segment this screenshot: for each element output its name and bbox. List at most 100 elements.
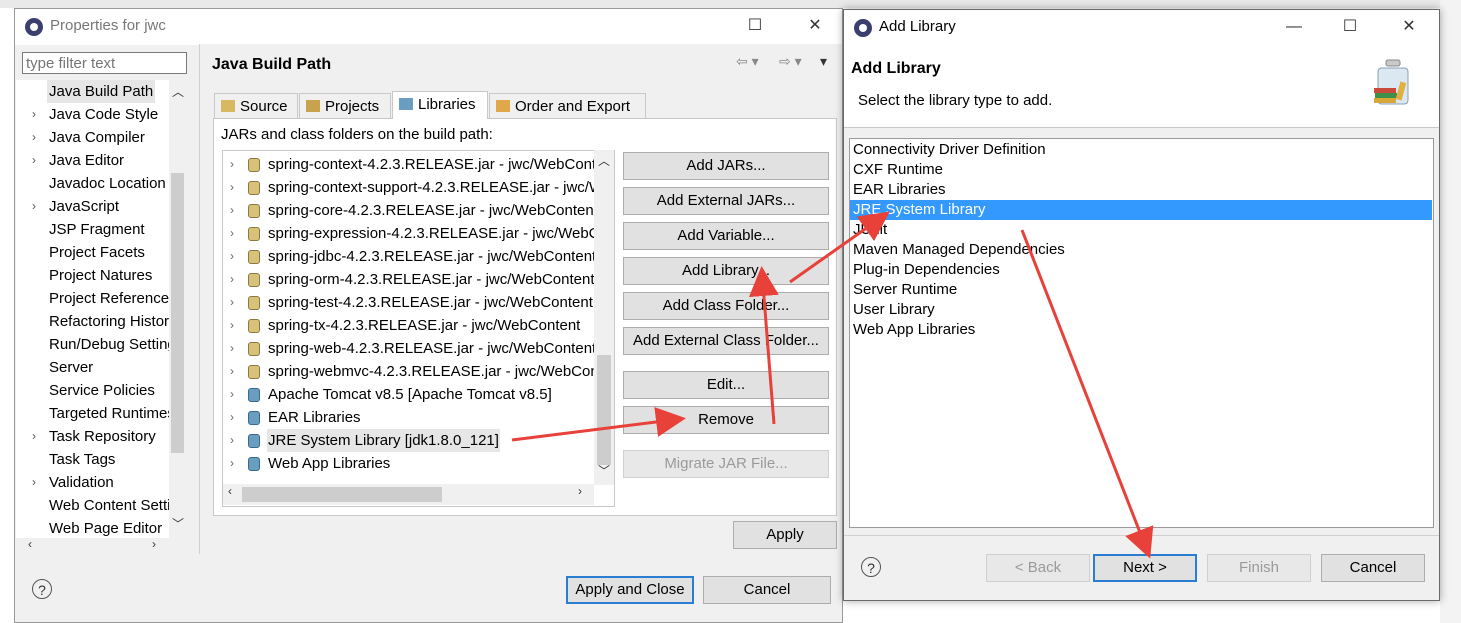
source-folder-icon	[221, 100, 235, 112]
minimize-icon[interactable]: —	[1276, 14, 1312, 40]
cancel-button-add-library[interactable]: Cancel	[1321, 554, 1425, 582]
forward-nav-icon[interactable]: ⇨ ▾	[779, 53, 802, 70]
tab-order-export[interactable]: Order and Export	[489, 93, 646, 118]
tree-item-label: Server	[49, 359, 94, 376]
library-type-item[interactable]: Plug-in Dependencies	[853, 260, 1000, 280]
libraries-tree: › spring-context-4.2.3.RELEASE.jar - jwc/…	[222, 150, 615, 507]
add-class-folder-button[interactable]: Add Class Folder...	[623, 292, 829, 320]
expand-icon[interactable]: ›	[230, 406, 234, 429]
scroll-down-icon[interactable]: ﹀	[172, 515, 184, 532]
expand-icon[interactable]: ›	[230, 429, 234, 452]
tree-item-label: Task Repository	[49, 428, 156, 445]
tab-libraries[interactable]: Libraries	[392, 91, 488, 119]
scroll-left-icon[interactable]: ‹	[28, 537, 32, 551]
chevron-right-icon[interactable]: ›	[32, 126, 44, 149]
maximize-icon[interactable]: ☐	[737, 13, 773, 39]
tree-item-label: Java Editor	[49, 152, 125, 169]
back-button[interactable]: < Back	[986, 554, 1090, 582]
expand-icon[interactable]: ›	[230, 199, 234, 222]
library-type-item[interactable]: JRE System Library	[853, 200, 986, 220]
library-entry-label: spring-tx-4.2.3.RELEASE.jar - jwc/WebCon…	[268, 317, 581, 334]
expand-icon[interactable]: ›	[230, 337, 234, 360]
page-title: Java Build Path	[212, 56, 332, 73]
expand-icon[interactable]: ›	[230, 452, 234, 475]
library-type-item[interactable]: Connectivity Driver Definition	[853, 140, 1046, 160]
tree-scroll-thumb[interactable]	[171, 173, 184, 453]
back-nav-icon[interactable]: ⇦ ▾	[736, 53, 759, 70]
properties-tree: Java Build Path › Java Code Style › Java Com…	[16, 80, 186, 538]
chevron-right-icon[interactable]: ›	[32, 149, 44, 172]
add-library-button[interactable]: Add Library...	[623, 257, 829, 285]
lib-scroll-left-icon[interactable]: ‹	[228, 484, 232, 498]
tab-source[interactable]: Source	[214, 93, 298, 118]
help-icon[interactable]: ?	[32, 579, 52, 599]
finish-button[interactable]: Finish	[1207, 554, 1311, 582]
view-menu-icon[interactable]: ▾	[820, 53, 827, 70]
library-type-item[interactable]: EAR Libraries	[853, 180, 946, 200]
properties-title: Properties for jwc	[50, 17, 166, 34]
migrate-jar-button[interactable]: Migrate JAR File...	[623, 450, 829, 478]
libraries-hscroll-thumb[interactable]	[242, 487, 442, 502]
eclipse-icon	[25, 18, 43, 36]
libraries-icon	[399, 98, 413, 110]
library-type-item[interactable]: Maven Managed Dependencies	[853, 240, 1065, 260]
library-entry-label: spring-webmvc-4.2.3.RELEASE.jar - jwc/We…	[268, 363, 615, 380]
edit-button[interactable]: Edit...	[623, 371, 829, 399]
libraries-scroll-thumb[interactable]	[597, 355, 611, 465]
lib-scroll-right-icon[interactable]: ›	[578, 484, 582, 498]
tree-item-label: JavaScript	[49, 198, 120, 215]
expand-icon[interactable]: ›	[230, 360, 234, 383]
tree-item-label: Web Content Settings	[49, 497, 186, 514]
tree-item-label: Project Facets	[49, 244, 145, 261]
library-type-item[interactable]: User Library	[853, 300, 935, 320]
expand-icon[interactable]: ›	[230, 291, 234, 314]
chevron-right-icon[interactable]: ›	[32, 195, 44, 218]
close-icon[interactable]: ✕	[1391, 14, 1427, 40]
library-type-item[interactable]: JUnit	[853, 220, 887, 240]
library-type-item[interactable]: Server Runtime	[853, 280, 957, 300]
apply-and-close-button[interactable]: Apply and Close	[566, 576, 694, 604]
tree-item-label: Java Code Style	[49, 106, 159, 123]
expand-icon[interactable]: ›	[230, 153, 234, 176]
lib-scroll-up-icon[interactable]: ︿	[598, 152, 610, 169]
close-icon[interactable]: ✕	[797, 13, 833, 39]
chevron-right-icon[interactable]: ›	[32, 103, 44, 126]
library-container-icon	[248, 457, 260, 471]
library-entry-label: spring-expression-4.2.3.RELEASE.jar - jw…	[268, 225, 615, 242]
filter-input[interactable]	[22, 52, 187, 74]
scroll-right-icon[interactable]: ›	[152, 537, 156, 551]
expand-icon[interactable]: ›	[230, 222, 234, 245]
tree-item-label: Javadoc Location	[49, 175, 166, 192]
properties-titlebar: Properties for jwc ☐ ✕	[15, 9, 842, 45]
expand-icon[interactable]: ›	[230, 176, 234, 199]
scroll-up-icon[interactable]: ︿	[172, 83, 184, 100]
library-type-item[interactable]: Web App Libraries	[853, 320, 975, 340]
library-type-item[interactable]: CXF Runtime	[853, 160, 943, 180]
cancel-button[interactable]: Cancel	[703, 576, 831, 604]
lib-scroll-down-icon[interactable]: ﹀	[598, 462, 610, 479]
jar-icon	[248, 273, 260, 287]
expand-icon[interactable]: ›	[230, 245, 234, 268]
tree-item-label: Project Natures	[49, 267, 153, 284]
add-jars-button[interactable]: Add JARs...	[623, 152, 829, 180]
tree-horizontal-scrollbar[interactable]	[16, 538, 186, 553]
maximize-icon[interactable]: ☐	[1332, 14, 1368, 40]
jar-icon	[248, 365, 260, 379]
expand-icon[interactable]: ›	[230, 268, 234, 291]
expand-icon[interactable]: ›	[230, 314, 234, 337]
add-external-class-folder-button[interactable]: Add External Class Folder...	[623, 327, 829, 355]
next-button[interactable]: Next >	[1093, 554, 1197, 582]
background-window-right	[1440, 0, 1461, 623]
tab-projects[interactable]: Projects	[299, 93, 391, 118]
jar-icon	[248, 227, 260, 241]
library-container-icon	[248, 388, 260, 402]
add-external-jars-button[interactable]: Add External JARs...	[623, 187, 829, 215]
jar-icon	[248, 342, 260, 356]
chevron-right-icon[interactable]: ›	[32, 425, 44, 448]
remove-button[interactable]: Remove	[623, 406, 829, 434]
chevron-right-icon[interactable]: ›	[32, 471, 44, 494]
help-icon[interactable]: ?	[861, 557, 881, 577]
add-variable-button[interactable]: Add Variable...	[623, 222, 829, 250]
expand-icon[interactable]: ›	[230, 383, 234, 406]
apply-button[interactable]: Apply	[733, 521, 837, 549]
